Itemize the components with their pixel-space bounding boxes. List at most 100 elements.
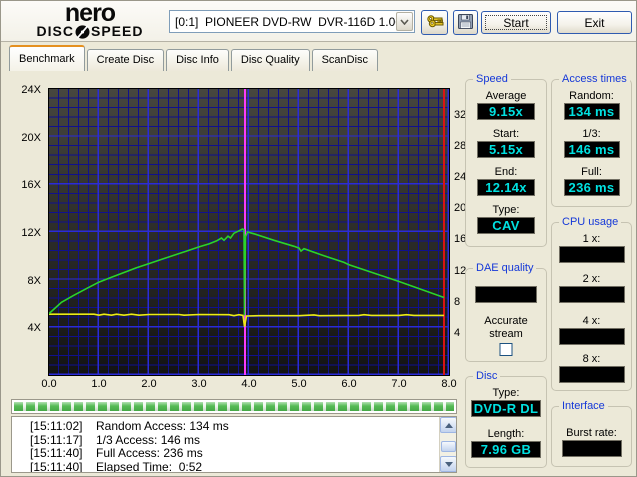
- dae-quality-value: [475, 286, 537, 303]
- key-icon: [426, 14, 444, 32]
- exit-button[interactable]: Exit: [557, 11, 632, 34]
- arrow-down-icon[interactable]: [440, 456, 457, 472]
- nero-discspeed-logo: nero DISC SPEED: [17, 2, 163, 39]
- license-key-button[interactable]: [421, 10, 448, 35]
- log-timestamp: [15:11:02]: [30, 420, 96, 434]
- scrollbar-thumb[interactable]: [441, 441, 456, 452]
- speed-curves: [49, 89, 449, 375]
- cpu-usage-panel-title: CPU usage: [559, 216, 621, 228]
- access-random-label: Random:: [552, 90, 631, 102]
- tab-bar: Benchmark Create Disc Disc Info Disc Qua…: [9, 45, 378, 71]
- log-entry: [15:11:40]Elapsed Time: 0:52: [12, 461, 438, 474]
- cpu-4x-value: [559, 328, 625, 345]
- burst-rate-label: Burst rate:: [552, 427, 631, 439]
- speed-panel-title: Speed: [473, 73, 511, 85]
- floppy-disk-icon: [458, 14, 473, 32]
- cpu-1x-label: 1 x:: [552, 233, 631, 245]
- dae-quality-panel: DAE quality Accurate stream: [465, 268, 547, 362]
- access-times-panel-title: Access times: [559, 73, 630, 85]
- speed-type-value: CAV: [477, 217, 535, 234]
- left-axis-tick-label: 20X: [21, 132, 41, 144]
- logo-product-right: SPEED: [91, 24, 143, 39]
- progress-bar: [11, 399, 457, 414]
- logo-brand-text: nero: [17, 2, 163, 24]
- x-axis-tick-label: 2.0: [141, 378, 156, 390]
- cpu-1x-value: [559, 246, 625, 263]
- disc-type-value: DVD-R DL: [471, 400, 541, 417]
- interface-panel-title: Interface: [559, 400, 608, 412]
- log-scrollbar[interactable]: [439, 417, 456, 472]
- log-timestamp: [15:11:40]: [30, 461, 96, 474]
- accurate-stream-checkbox[interactable]: [500, 343, 513, 356]
- save-button[interactable]: [453, 10, 478, 35]
- access-full-value: 236 ms: [564, 179, 620, 196]
- speed-start-label: Start:: [466, 128, 546, 140]
- interface-panel: Interface Burst rate:: [551, 406, 632, 467]
- burst-rate-value: [562, 440, 622, 457]
- access-third-label: 1/3:: [552, 128, 631, 140]
- toolbar: nero DISC SPEED [0:1] PIONEER DVD-RW DVR…: [1, 1, 637, 42]
- log-message: Elapsed Time: 0:52: [96, 461, 202, 474]
- chevron-down-icon[interactable]: [396, 12, 413, 31]
- right-axis-tick-label: 4: [454, 327, 460, 339]
- left-axis-labels: 24X20X16X12X8X4X: [1, 88, 45, 376]
- tab-disc-info[interactable]: Disc Info: [166, 49, 229, 71]
- log-timestamp: [15:11:17]: [30, 434, 96, 448]
- x-axis-tick-label: 3.0: [191, 378, 206, 390]
- start-button[interactable]: Start: [481, 11, 551, 34]
- benchmark-chart-plot: [48, 88, 450, 376]
- speed-type-label: Type:: [466, 204, 546, 216]
- disc-type-label: Type:: [466, 387, 546, 399]
- left-axis-tick-label: 4X: [28, 322, 41, 334]
- tab-benchmark[interactable]: Benchmark: [9, 45, 85, 71]
- log-entry: [15:11:40]Full Access: 236 ms: [12, 447, 438, 461]
- read-speed-curve: [49, 229, 444, 315]
- speed-panel: Speed Average9.15x Start:5.15x End:12.14…: [465, 79, 547, 247]
- arrow-up-icon[interactable]: [440, 417, 457, 433]
- logo-product-left: DISC: [37, 24, 74, 39]
- log-entry: [15:11:02]Random Access: 134 ms: [12, 420, 438, 434]
- speed-average-label: Average: [466, 90, 546, 102]
- cpu-2x-label: 2 x:: [552, 273, 631, 285]
- disc-icon: [75, 25, 90, 39]
- left-axis-tick-label: 8X: [28, 275, 41, 287]
- left-axis-tick-label: 24X: [21, 84, 41, 96]
- log-timestamp: [15:11:40]: [30, 447, 96, 461]
- drive-select[interactable]: [0:1] PIONEER DVD-RW DVR-116D 1.06: [169, 10, 415, 33]
- speed-average-value: 9.15x: [477, 103, 535, 120]
- access-third-value: 146 ms: [564, 141, 620, 158]
- cpu-usage-panel: CPU usage 1 x: 2 x: 4 x: 8 x:: [551, 222, 632, 391]
- progress-bar-fill: [14, 402, 454, 411]
- disc-length-label: Length:: [466, 428, 546, 440]
- speed-end-label: End:: [466, 166, 546, 178]
- tab-disc-quality[interactable]: Disc Quality: [231, 49, 310, 71]
- speed-end-value: 12.14x: [477, 179, 535, 196]
- left-axis-tick-label: 16X: [21, 179, 41, 191]
- x-axis-tick-label: 5.0: [291, 378, 306, 390]
- log-list[interactable]: [15:11:02]Random Access: 134 ms [15:11:1…: [11, 416, 457, 473]
- log-message: 1/3 Access: 146 ms: [96, 434, 200, 448]
- access-times-panel: Access times Random:134 ms 1/3:146 ms Fu…: [551, 79, 632, 207]
- access-full-label: Full:: [552, 166, 631, 178]
- x-axis-tick-label: 8.0: [441, 378, 456, 390]
- log-message: Full Access: 236 ms: [96, 447, 203, 461]
- disc-panel-title: Disc: [473, 370, 500, 382]
- dae-quality-panel-title: DAE quality: [473, 262, 536, 274]
- drive-select-value: [0:1] PIONEER DVD-RW DVR-116D 1.06: [170, 15, 396, 29]
- log-entry: [15:11:17]1/3 Access: 146 ms: [12, 434, 438, 448]
- cpu-4x-label: 4 x:: [552, 315, 631, 327]
- right-axis-tick-label: 8: [454, 296, 460, 308]
- tab-create-disc[interactable]: Create Disc: [87, 49, 164, 71]
- cpu-8x-value: [559, 366, 625, 383]
- log-message: Random Access: 134 ms: [96, 420, 229, 434]
- cpu-2x-value: [559, 286, 625, 303]
- x-axis-tick-label: 6.0: [341, 378, 356, 390]
- accurate-stream-label: Accurate stream: [466, 315, 546, 341]
- disc-panel: Disc Type:DVD-R DL Length:7.96 GB: [465, 376, 547, 468]
- x-axis-tick-label: 4.0: [241, 378, 256, 390]
- cpu-8x-label: 8 x:: [552, 353, 631, 365]
- x-axis-tick-label: 0.0: [41, 378, 56, 390]
- tab-scandisc[interactable]: ScanDisc: [312, 49, 378, 71]
- left-axis-tick-label: 12X: [21, 227, 41, 239]
- access-random-value: 134 ms: [564, 103, 620, 120]
